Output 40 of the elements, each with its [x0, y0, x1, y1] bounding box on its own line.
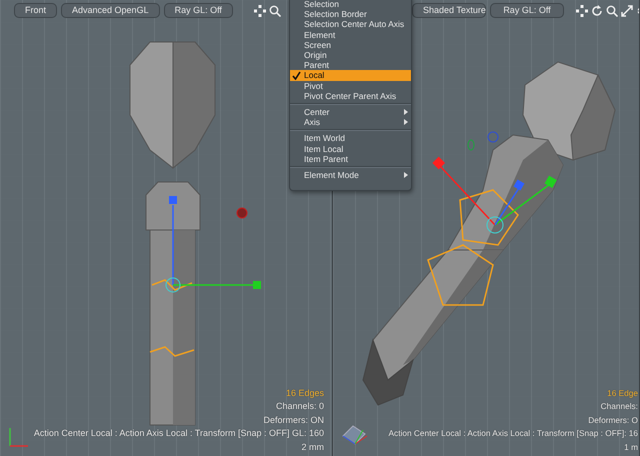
menu-item[interactable]: Pivot Center Parent Axis [290, 90, 411, 101]
menu-item[interactable]: Local [290, 70, 411, 80]
search-icon[interactable] [606, 4, 618, 16]
viewport-toolbar-button[interactable]: Front [14, 3, 58, 18]
menu-item[interactable]: Element Mode [290, 170, 411, 180]
status-text: Channels: 0 [276, 400, 324, 413]
viewport-toolbar-button[interactable]: Advanced OpenGL [61, 3, 160, 18]
status-text: Action Center Local : Action Axis Local : Transform [Snap : OFF] GL: 160 [34, 427, 324, 440]
status-text: Action Center Local : Action Axis Local : Transform [Snap : OFF]: 16 [388, 427, 638, 440]
menu-item[interactable]: Pivot [290, 80, 411, 91]
menu-item[interactable]: Selection [290, 0, 411, 10]
menu-item[interactable]: Axis [290, 117, 411, 128]
menu-item[interactable]: Parent [290, 60, 411, 70]
menu-item[interactable]: Item World [290, 133, 411, 144]
menu-item[interactable]: Screen [290, 40, 411, 50]
status-text: Deformers: ON [263, 414, 324, 426]
move-icon[interactable] [576, 4, 588, 16]
menu-item[interactable]: Item Parent [290, 154, 411, 164]
viewport-toolbar-button[interactable]: Ray GL: Off [490, 3, 564, 18]
status-text: Channels: [600, 400, 638, 413]
move-icon[interactable] [254, 4, 266, 16]
viewport-toolbar-button[interactable]: Shaded Texture [412, 3, 486, 18]
menu-item[interactable]: Origin [290, 50, 411, 60]
transform-gizmo-drawing[interactable] [166, 196, 261, 292]
status-text: 1 m [624, 440, 638, 454]
selection-count: 16 Edges [286, 386, 324, 400]
expand-icon[interactable] [621, 4, 633, 16]
status-text: Deformers: O [588, 414, 638, 426]
search-icon[interactable] [268, 4, 281, 16]
menu-item[interactable]: Center [290, 106, 411, 118]
status-text: 2 mm [302, 440, 324, 454]
transform-gizmo-drawing[interactable] [432, 132, 557, 234]
menu-item[interactable]: Element [290, 30, 411, 40]
rotate-icon[interactable] [591, 4, 603, 16]
menu-item[interactable]: Selection Border [290, 9, 411, 20]
selection-count: 16 Edge [607, 386, 638, 400]
submenu-arrow-icon [404, 172, 408, 178]
menu-item[interactable]: Selection Center Auto Axis [290, 19, 411, 30]
viewport-toolbar-button[interactable]: Ray GL: Off [164, 3, 233, 18]
menu-item[interactable]: Item Local [290, 143, 411, 154]
